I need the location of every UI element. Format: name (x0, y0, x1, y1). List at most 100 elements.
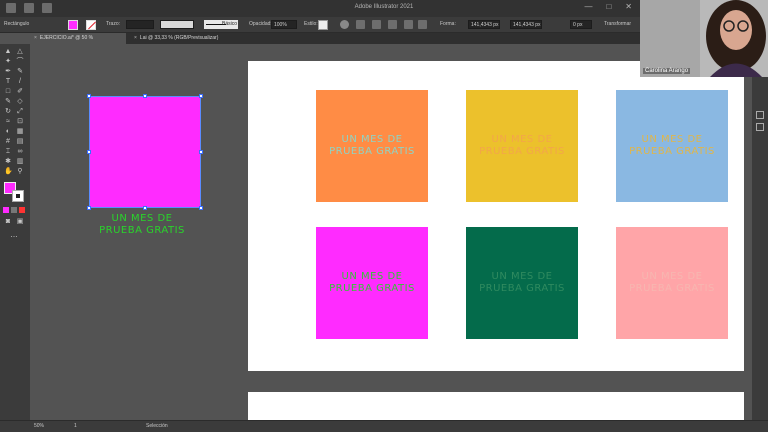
corner-radius-field[interactable]: 0 px (570, 20, 592, 29)
lasso-icon[interactable]: ⌒ (16, 58, 24, 66)
width-tool-icon[interactable]: ≈ (4, 118, 12, 126)
layers-panel-icon[interactable] (756, 111, 764, 119)
square-magenta[interactable]: UN MES DE PRUEBA GRATIS (316, 227, 428, 339)
eyedropper-icon[interactable]: ⌶ (4, 148, 12, 156)
shape-builder-icon[interactable]: ◐ (4, 128, 12, 136)
artboard-number[interactable]: 1 (74, 423, 77, 429)
fill-color-swatch[interactable] (68, 20, 78, 30)
style-label: Estilo: (304, 21, 318, 27)
shape-align-icon[interactable] (388, 20, 397, 29)
resize-handle[interactable] (199, 150, 203, 154)
magic-wand-icon[interactable]: ✦ (4, 58, 12, 66)
libraries-panel-icon[interactable] (756, 123, 764, 131)
shaper-tool-icon[interactable]: ✎ (4, 98, 12, 106)
resize-handle[interactable] (87, 94, 91, 98)
resize-handle[interactable] (143, 94, 147, 98)
square-yellow[interactable]: UN MES DE PRUEBA GRATIS (466, 90, 578, 202)
pen-tool-icon[interactable]: ✒ (4, 68, 12, 76)
perspective-grid-icon[interactable]: ▦ (16, 128, 24, 136)
type-tool-icon[interactable]: T (4, 78, 12, 86)
variable-width-profile[interactable] (160, 20, 194, 29)
more-tools-icon[interactable]: ⋯ (10, 234, 18, 242)
opacity-field[interactable]: 100% (271, 20, 297, 29)
square-text: UN MES DE PRUEBA GRATIS (479, 134, 565, 157)
presenter-video (640, 0, 768, 77)
square-orange[interactable]: UN MES DE PRUEBA GRATIS (316, 90, 428, 202)
square-pink[interactable]: UN MES DE PRUEBA GRATIS (616, 227, 728, 339)
transform-label[interactable]: Transformar (604, 21, 631, 27)
pasteboard-text[interactable]: UN MES DE PRUEBA GRATIS (96, 213, 188, 237)
webcam-overlay: Carolina Arango (640, 0, 768, 77)
stroke-label: Trazo: (106, 21, 120, 27)
stroke-color-swatch[interactable] (86, 20, 96, 30)
rectangle-tool-icon[interactable]: □ (4, 88, 12, 96)
height-field[interactable]: 141,4343 px (510, 20, 542, 29)
tab-label: Lai @ 33,33 % (RGB/Previsualizar) (139, 35, 219, 41)
eraser-icon[interactable]: ◇ (16, 98, 24, 106)
scale-tool-icon[interactable]: ⤢ (16, 108, 24, 116)
stroke-weight-field[interactable] (126, 20, 154, 29)
square-blue[interactable]: UN MES DE PRUEBA GRATIS (616, 90, 728, 202)
transform-grid-icon[interactable] (418, 20, 427, 29)
tools-panel: ▲ △ ✦ ⌒ ✒ ✎ T / □ ✐ ✎ ◇ ↻ ⤢ ≈ ⊡ ◐ ▦ # ▤ … (0, 44, 30, 420)
hand-tool-icon[interactable]: ✋ (4, 168, 13, 176)
blend-tool-icon[interactable]: ∞ (16, 148, 24, 156)
square-text: UN MES DE PRUEBA GRATIS (329, 134, 415, 157)
square-green[interactable]: UN MES DE PRUEBA GRATIS (466, 227, 578, 339)
tab-lai[interactable]: × Lai @ 33,33 % (RGB/Previsualizar) (130, 33, 226, 44)
shape-label: Forma: (440, 21, 456, 27)
resize-handle[interactable] (87, 150, 91, 154)
close-tab-icon[interactable]: × (134, 35, 137, 41)
width-field[interactable]: 141,4343 px (468, 20, 500, 29)
brush-definition-dropdown[interactable]: Básico (204, 20, 238, 29)
zoom-level[interactable]: 50% (34, 423, 44, 429)
object-type-label: Rectángulo (4, 21, 30, 27)
presenter-name: Carolina Arango (643, 68, 691, 74)
window-controls: — □ ✕ (584, 2, 632, 11)
line-tool-icon[interactable]: / (16, 78, 24, 86)
artboard-main[interactable]: UN MES DE PRUEBA GRATIS UN MES DE PRUEBA… (248, 61, 744, 371)
recolor-icon[interactable] (340, 20, 349, 29)
arrange-icon[interactable] (404, 20, 413, 29)
resize-handle[interactable] (199, 206, 203, 210)
illustrator-window: Adobe Illustrator 2021 — □ ✕ Rectángulo … (0, 0, 768, 432)
direct-selection-tool-icon[interactable]: △ (16, 48, 24, 56)
none-mode-icon[interactable] (19, 207, 25, 213)
rotate-tool-icon[interactable]: ↻ (4, 108, 12, 116)
resize-handle[interactable] (143, 206, 147, 210)
square-text: UN MES DE PRUEBA GRATIS (629, 134, 715, 157)
paintbrush-icon[interactable]: ✐ (16, 88, 24, 96)
align-icon[interactable] (356, 20, 365, 29)
color-mode-icon[interactable] (3, 207, 9, 213)
square-text: UN MES DE PRUEBA GRATIS (479, 271, 565, 294)
screen-mode-icon[interactable]: ▣ (16, 218, 24, 226)
panel-dock (752, 33, 768, 420)
current-tool-label: Selección (146, 423, 168, 429)
minimize-button[interactable]: — (584, 2, 592, 11)
resize-handle[interactable] (87, 206, 91, 210)
maximize-button[interactable]: □ (606, 2, 611, 11)
stroke-style-label: Básico (221, 21, 237, 27)
selected-rectangle[interactable] (87, 94, 203, 210)
status-bar: 50% 1 Selección (0, 420, 768, 432)
mesh-tool-icon[interactable]: # (4, 138, 12, 146)
close-tab-icon[interactable]: × (34, 35, 37, 41)
close-button[interactable]: ✕ (625, 2, 632, 11)
free-transform-icon[interactable]: ⊡ (16, 118, 24, 126)
square-text: UN MES DE PRUEBA GRATIS (329, 271, 415, 294)
stroke-color-box[interactable] (12, 190, 24, 202)
gradient-mode-icon[interactable] (11, 207, 17, 213)
graphic-style-swatch[interactable] (318, 20, 328, 30)
curvature-tool-icon[interactable]: ✎ (16, 68, 24, 76)
selection-tool-icon[interactable]: ▲ (4, 48, 12, 56)
resize-handle[interactable] (199, 94, 203, 98)
draw-mode-icon[interactable]: ◙ (4, 218, 12, 226)
distribute-icon[interactable] (372, 20, 381, 29)
zoom-tool-icon[interactable]: ⚲ (16, 168, 24, 176)
artboard-second[interactable] (248, 392, 744, 420)
symbol-sprayer-icon[interactable]: ✱ (4, 158, 12, 166)
tab-ejercicio[interactable]: ×EJERCICIO.ai* @ 50 % (RGB/Previsualizar… (30, 33, 126, 52)
gradient-tool-icon[interactable]: ▤ (16, 138, 24, 146)
column-graph-icon[interactable]: ▥ (16, 158, 24, 166)
opacity-label: Opacidad: (249, 21, 272, 27)
